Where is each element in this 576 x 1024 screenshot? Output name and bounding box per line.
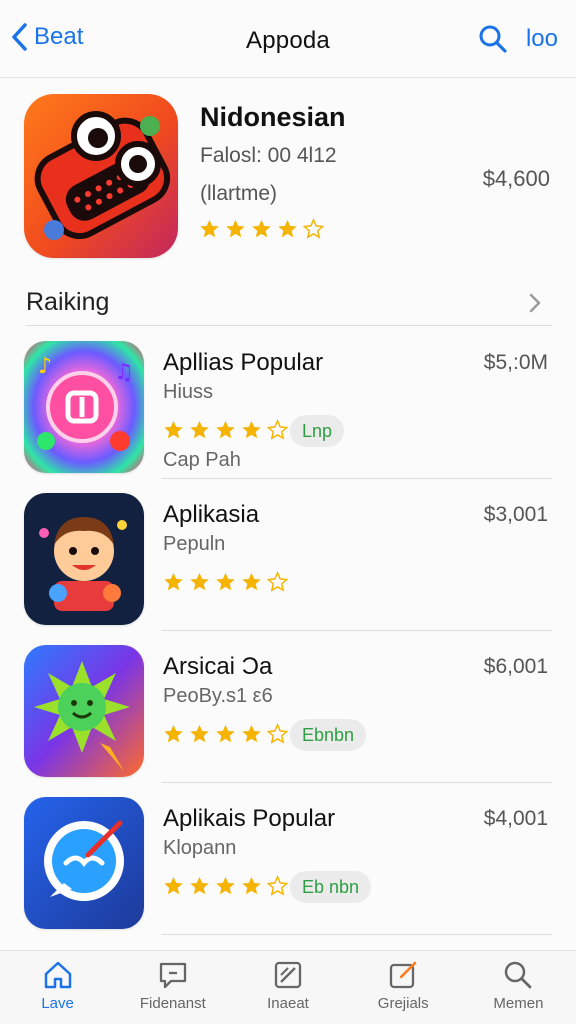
app-subtitle: Klopann (163, 837, 237, 859)
app-name: Aplikais Popular (163, 805, 336, 832)
featured-rating-stars (198, 218, 325, 240)
app-subtitle: Hiuss (163, 381, 214, 403)
star-filled-icon (200, 219, 219, 238)
star-filled-icon (190, 724, 209, 743)
tab-messages[interactable]: Fidenanst (115, 951, 230, 1024)
app-rating-stars (162, 723, 289, 745)
app-action-pill[interactable]: Eb nbn (290, 871, 372, 903)
star-filled-icon (216, 572, 235, 591)
app-rating-stars (162, 875, 289, 897)
star-filled-icon (190, 876, 209, 895)
featured-app-icon (24, 94, 178, 258)
featured-app-subtitle: Falosl: 00 4l12 (200, 144, 337, 167)
featured-app-title: Nidonesian (200, 102, 346, 132)
search-icon[interactable] (478, 24, 508, 54)
tab-search[interactable]: Memen (461, 951, 576, 1024)
star-empty-icon (266, 875, 289, 896)
ranking-title: Raiking (26, 288, 110, 316)
top-navigation-bar: Beat Appoda loo (0, 0, 576, 78)
star-filled-icon (216, 420, 235, 439)
tab-edit[interactable]: Inaeat (230, 951, 345, 1024)
chat-icon (159, 962, 186, 989)
chevron-right-icon (529, 293, 541, 313)
home-icon (44, 961, 71, 989)
app-price[interactable]: $3,001 (484, 503, 548, 527)
tab-label: Fidenanst (139, 995, 206, 1012)
bottom-tab-bar: Lave Fidenanst Inaeat Grejials Memen (0, 950, 576, 1024)
ranking-list: ♪ ♫ Apllias Popular Hiuss Lnp Cap Pah $5… (0, 327, 576, 935)
header-right-button[interactable]: loo (526, 25, 558, 53)
tab-label: Grejials (377, 995, 429, 1012)
star-filled-icon (226, 219, 245, 238)
list-item[interactable]: Arsicai Ɔa PeoBy.s1 ε6 Ebnbn $6,001 (0, 631, 576, 783)
app-rating-stars (162, 571, 289, 593)
svg-text:♫: ♫ (114, 360, 134, 385)
tab-compose[interactable]: Grejials (346, 951, 461, 1024)
star-empty-icon (266, 419, 289, 440)
app-rating-stars (162, 419, 289, 441)
tab-label: Lave (41, 995, 74, 1012)
app-icon-music: ♪ ♫ (24, 341, 144, 473)
star-empty-icon (266, 571, 289, 592)
app-icon-kid (24, 493, 144, 625)
star-filled-icon (216, 876, 235, 895)
app-price[interactable]: $5,:0M (484, 351, 548, 375)
star-filled-icon (164, 420, 183, 439)
featured-app[interactable]: Nidonesian Falosl: 00 4l12 (llartme) $4,… (0, 78, 576, 274)
star-filled-icon (190, 420, 209, 439)
app-action-pill[interactable]: Lnp (290, 415, 345, 447)
edit-icon (274, 961, 302, 989)
app-subtitle: PeoBy.s1 ε6 (163, 685, 273, 707)
app-action-pill[interactable]: Ebnbn (290, 719, 367, 751)
star-filled-icon (164, 876, 183, 895)
app-icon-chat (24, 797, 144, 929)
star-filled-icon (278, 219, 297, 238)
star-filled-icon (242, 420, 261, 439)
star-filled-icon (164, 572, 183, 591)
star-empty-icon (266, 723, 289, 744)
app-name: Aplikasia (163, 501, 260, 528)
app-price[interactable]: $6,001 (484, 655, 548, 679)
svg-text:♪: ♪ (38, 354, 52, 379)
tab-label: Memen (493, 995, 544, 1012)
list-item[interactable]: ♪ ♫ Apllias Popular Hiuss Lnp Cap Pah $5… (0, 327, 576, 479)
app-price[interactable]: $4,001 (484, 807, 548, 831)
ranking-section-header[interactable]: Raiking (26, 280, 552, 326)
app-developer: Cap Pah (163, 449, 241, 471)
star-filled-icon (190, 572, 209, 591)
app-subtitle: Pepuln (163, 533, 226, 555)
app-name: Apllias Popular (163, 349, 324, 376)
star-filled-icon (242, 724, 261, 743)
star-filled-icon (216, 724, 235, 743)
app-name: Arsicai Ɔa (163, 653, 273, 680)
star-filled-icon (242, 876, 261, 895)
star-empty-icon (302, 218, 325, 239)
search-icon (505, 961, 532, 989)
star-filled-icon (242, 572, 261, 591)
app-store-screen: Beat Appoda loo Nidonesian Falosl: 00 4l… (0, 0, 576, 1024)
header-actions: loo (478, 24, 558, 54)
star-filled-icon (164, 724, 183, 743)
tab-label: Inaeat (267, 995, 309, 1012)
star-filled-icon (252, 219, 271, 238)
list-item[interactable]: Aplikais Popular Klopann Eb nbn $4,001 (0, 783, 576, 935)
app-icon-sun (24, 645, 144, 777)
compose-icon (390, 961, 417, 989)
featured-app-price[interactable]: $4,600 (483, 166, 550, 192)
featured-app-category: (llartme) (200, 182, 277, 205)
tab-home[interactable]: Lave (0, 951, 115, 1024)
list-item[interactable]: Aplikasia Pepuln $3,001 (0, 479, 576, 631)
row-divider (162, 934, 552, 935)
